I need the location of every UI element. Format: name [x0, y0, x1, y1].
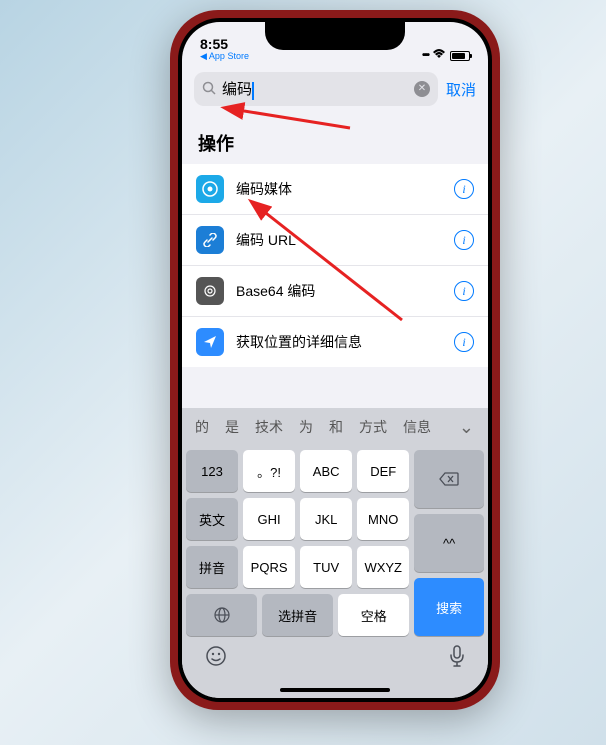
media-icon — [196, 175, 224, 203]
back-to-app[interactable]: ◀ App Store — [200, 52, 249, 62]
key-reinput[interactable]: ^^ — [414, 514, 484, 572]
status-time: 8:55 — [200, 37, 249, 52]
candidate[interactable]: 技术 — [248, 417, 290, 437]
link-icon — [196, 226, 224, 254]
list-item[interactable]: 编码 URL i — [182, 215, 488, 266]
candidate[interactable]: 为 — [292, 417, 320, 437]
key-abc[interactable]: ABC — [300, 450, 352, 492]
key-def[interactable]: DEF — [357, 450, 409, 492]
search-row: 编码 ✕ 取消 — [182, 66, 488, 116]
key-globe[interactable] — [186, 594, 257, 636]
section-header: 操作 — [182, 116, 488, 164]
key-wxyz[interactable]: WXYZ — [357, 546, 409, 588]
key-punct[interactable]: 。?! — [243, 450, 295, 492]
emoji-icon[interactable] — [204, 644, 228, 674]
mic-icon[interactable] — [448, 644, 466, 674]
notch — [265, 22, 405, 50]
cancel-button[interactable]: 取消 — [446, 79, 476, 100]
battery-icon — [450, 51, 470, 61]
key-select-pinyin[interactable]: 选拼音 — [262, 594, 333, 636]
key-ghi[interactable]: GHI — [243, 498, 295, 540]
signal-icon: •••• — [422, 50, 428, 61]
item-label: Base64 编码 — [236, 281, 442, 301]
key-mno[interactable]: MNO — [357, 498, 409, 540]
list-item[interactable]: Base64 编码 i — [182, 266, 488, 317]
candidate[interactable]: 方式 — [352, 417, 394, 437]
candidate[interactable]: 的 — [188, 417, 216, 437]
info-icon[interactable]: i — [454, 230, 474, 250]
search-input[interactable]: 编码 ✕ — [194, 72, 438, 106]
location-icon — [196, 328, 224, 356]
info-icon[interactable]: i — [454, 179, 474, 199]
search-query: 编码 — [222, 78, 408, 99]
gear-icon — [196, 277, 224, 305]
key-pinyin[interactable]: 拼音 — [186, 546, 238, 588]
screen: 8:55 ◀ App Store •••• 编码 — [182, 22, 488, 698]
clear-icon[interactable]: ✕ — [414, 81, 430, 97]
expand-candidates-icon[interactable]: ⌄ — [451, 417, 482, 438]
home-indicator[interactable] — [280, 688, 390, 692]
info-icon[interactable]: i — [454, 281, 474, 301]
item-label: 编码媒体 — [236, 179, 442, 199]
candidate[interactable]: 信息 — [396, 417, 438, 437]
key-jkl[interactable]: JKL — [300, 498, 352, 540]
keyboard: 的 是 技术 为 和 方式 信息 ⌄ 123 。?! — [182, 408, 488, 698]
key-space[interactable]: 空格 — [338, 594, 409, 636]
key-tuv[interactable]: TUV — [300, 546, 352, 588]
candidate[interactable]: 是 — [218, 417, 246, 437]
phone-frame: 8:55 ◀ App Store •••• 编码 — [170, 10, 500, 710]
item-label: 编码 URL — [236, 230, 442, 250]
key-backspace[interactable] — [414, 450, 484, 508]
actions-list: 编码媒体 i 编码 URL i Base64 编码 — [182, 164, 488, 367]
wifi-icon — [432, 49, 446, 62]
item-label: 获取位置的详细信息 — [236, 332, 442, 352]
key-pqrs[interactable]: PQRS — [243, 546, 295, 588]
candidate[interactable]: 和 — [322, 417, 350, 437]
key-123[interactable]: 123 — [186, 450, 238, 492]
candidate-bar: 的 是 技术 为 和 方式 信息 ⌄ — [182, 408, 488, 446]
key-english[interactable]: 英文 — [186, 498, 238, 540]
info-icon[interactable]: i — [454, 332, 474, 352]
key-search[interactable]: 搜索 — [414, 578, 484, 636]
search-icon — [202, 81, 216, 98]
list-item[interactable]: 获取位置的详细信息 i — [182, 317, 488, 367]
list-item[interactable]: 编码媒体 i — [182, 164, 488, 215]
